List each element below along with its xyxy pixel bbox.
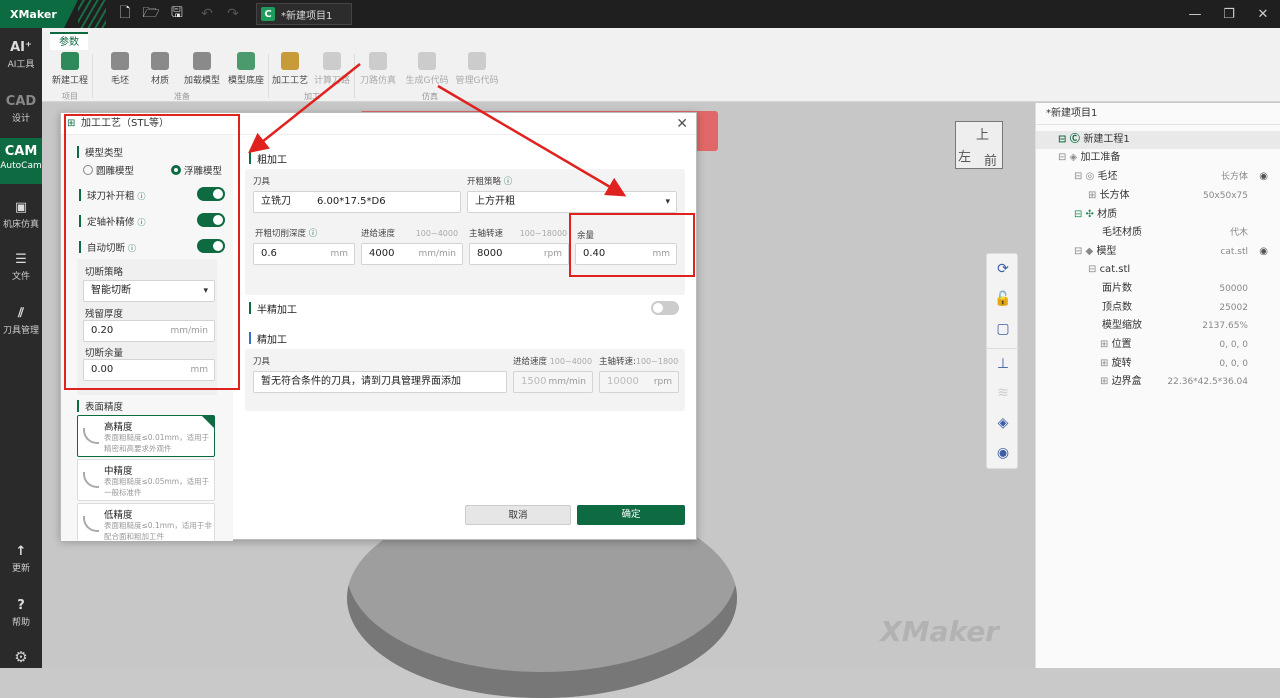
arrow-to-allowance bbox=[437, 84, 627, 197]
annotation-arrows bbox=[248, 63, 627, 197]
arrow-to-rough bbox=[248, 63, 361, 154]
